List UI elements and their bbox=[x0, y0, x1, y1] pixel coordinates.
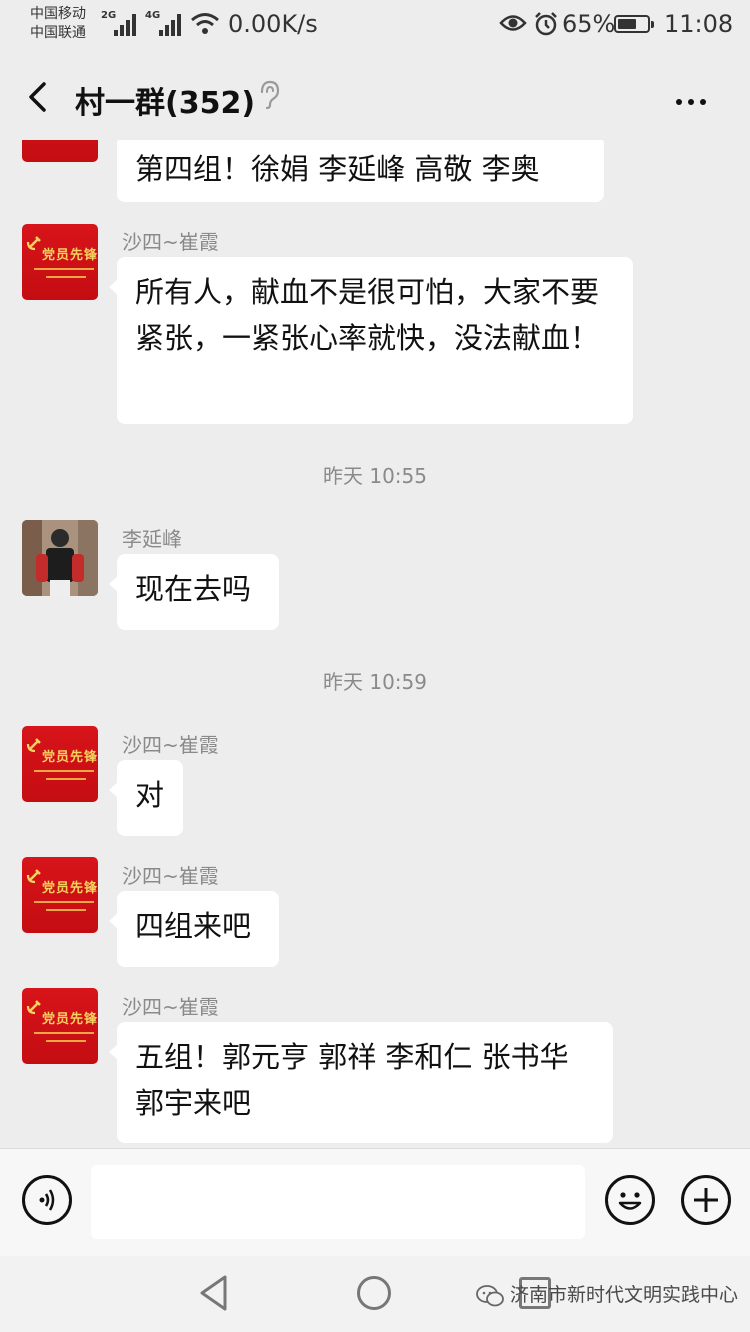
more-dots-icon[interactable] bbox=[676, 90, 712, 109]
avatar-text: 党员先锋岗 bbox=[42, 881, 98, 896]
avatar-text: 党员先锋岗 bbox=[42, 248, 98, 263]
person-photo-icon bbox=[22, 520, 98, 596]
battery-icon bbox=[614, 15, 654, 33]
watermark: 济南市新时代文明实践中心 bbox=[476, 1280, 738, 1307]
emoji-icon[interactable] bbox=[605, 1175, 655, 1225]
voice-icon[interactable] bbox=[22, 1175, 72, 1225]
hammer-sickle-icon bbox=[26, 738, 41, 753]
message-list[interactable]: 党员先锋岗 第四组！徐娟 李延峰 高敬 李奥 党员先锋岗 沙四~崔霞 所有人，献… bbox=[0, 140, 750, 1148]
chat-header: 村一群(352) bbox=[0, 50, 750, 140]
signal-bars-2-icon bbox=[157, 12, 183, 36]
nav-back-icon[interactable] bbox=[198, 1274, 230, 1312]
message-input[interactable] bbox=[91, 1165, 585, 1239]
hammer-sickle-icon bbox=[26, 869, 41, 884]
sender-name: 沙四~崔霞 bbox=[122, 230, 219, 254]
sender-name: 李延峰 bbox=[122, 527, 182, 551]
wechat-icon bbox=[476, 1284, 504, 1306]
carrier-2: 中国联通 bbox=[30, 25, 86, 41]
chevron-left-icon[interactable] bbox=[22, 78, 56, 116]
message-bubble[interactable]: 现在去吗 bbox=[109, 554, 279, 630]
sender-avatar[interactable]: 党员先锋岗 bbox=[22, 857, 98, 933]
avatar-text: 党员先锋岗 bbox=[42, 1012, 98, 1027]
status-bar: 中国移动 中国联通 2G 4G 0.00K/s 65% 11:08 bbox=[0, 0, 750, 50]
watermark-text: 济南市新时代文明实践中心 bbox=[510, 1284, 739, 1306]
carrier-1: 中国移动 bbox=[30, 6, 86, 22]
sender-avatar[interactable]: 党员先锋岗 bbox=[22, 988, 98, 1064]
timestamp: 昨天 10:59 bbox=[323, 670, 427, 694]
plus-icon[interactable] bbox=[681, 1175, 731, 1225]
hammer-sickle-icon bbox=[26, 1000, 41, 1015]
battery-percent: 65% bbox=[562, 10, 616, 38]
alarm-icon bbox=[535, 12, 557, 36]
sender-name: 沙四~崔霞 bbox=[122, 733, 219, 757]
timestamp: 昨天 10:55 bbox=[323, 464, 427, 488]
hammer-sickle-icon bbox=[26, 236, 41, 251]
avatar-text: 党员先锋岗 bbox=[42, 750, 98, 765]
message-bubble[interactable]: 对 bbox=[109, 760, 183, 836]
input-bar bbox=[0, 1148, 750, 1257]
carrier-labels: 中国移动 中国联通 bbox=[30, 5, 86, 43]
sender-name: 沙四~崔霞 bbox=[122, 864, 219, 888]
system-nav-bar: 济南市新时代文明实践中心 bbox=[0, 1256, 750, 1332]
network-speed: 0.00K/s bbox=[228, 10, 318, 38]
sender-avatar[interactable]: 党员先锋岗 bbox=[22, 726, 98, 802]
signal-bars-1-icon bbox=[112, 12, 138, 36]
nav-home-icon[interactable] bbox=[357, 1276, 391, 1310]
eye-comfort-icon bbox=[499, 15, 527, 31]
message-bubble[interactable]: 四组来吧 bbox=[109, 891, 279, 967]
sender-avatar[interactable]: 党员先锋岗 bbox=[22, 140, 98, 162]
sender-name: 沙四~崔霞 bbox=[122, 995, 219, 1019]
sender-avatar[interactable]: 党员先锋岗 bbox=[22, 224, 98, 300]
chat-title: 村一群(352) bbox=[75, 86, 256, 121]
sender-avatar[interactable] bbox=[22, 520, 98, 596]
message-bubble[interactable]: 所有人，献血不是很可怕，大家不要紧张，一紧张心率就快，没法献血！ bbox=[109, 257, 633, 424]
ear-icon bbox=[260, 80, 280, 110]
clock: 11:08 bbox=[664, 10, 734, 38]
wifi-icon bbox=[191, 13, 219, 34]
message-bubble[interactable]: 五组！郭元亨 郭祥 李和仁 张书华 郭宇来吧 bbox=[109, 1022, 613, 1143]
message-bubble[interactable]: 第四组！徐娟 李延峰 高敬 李奥 bbox=[117, 140, 604, 202]
